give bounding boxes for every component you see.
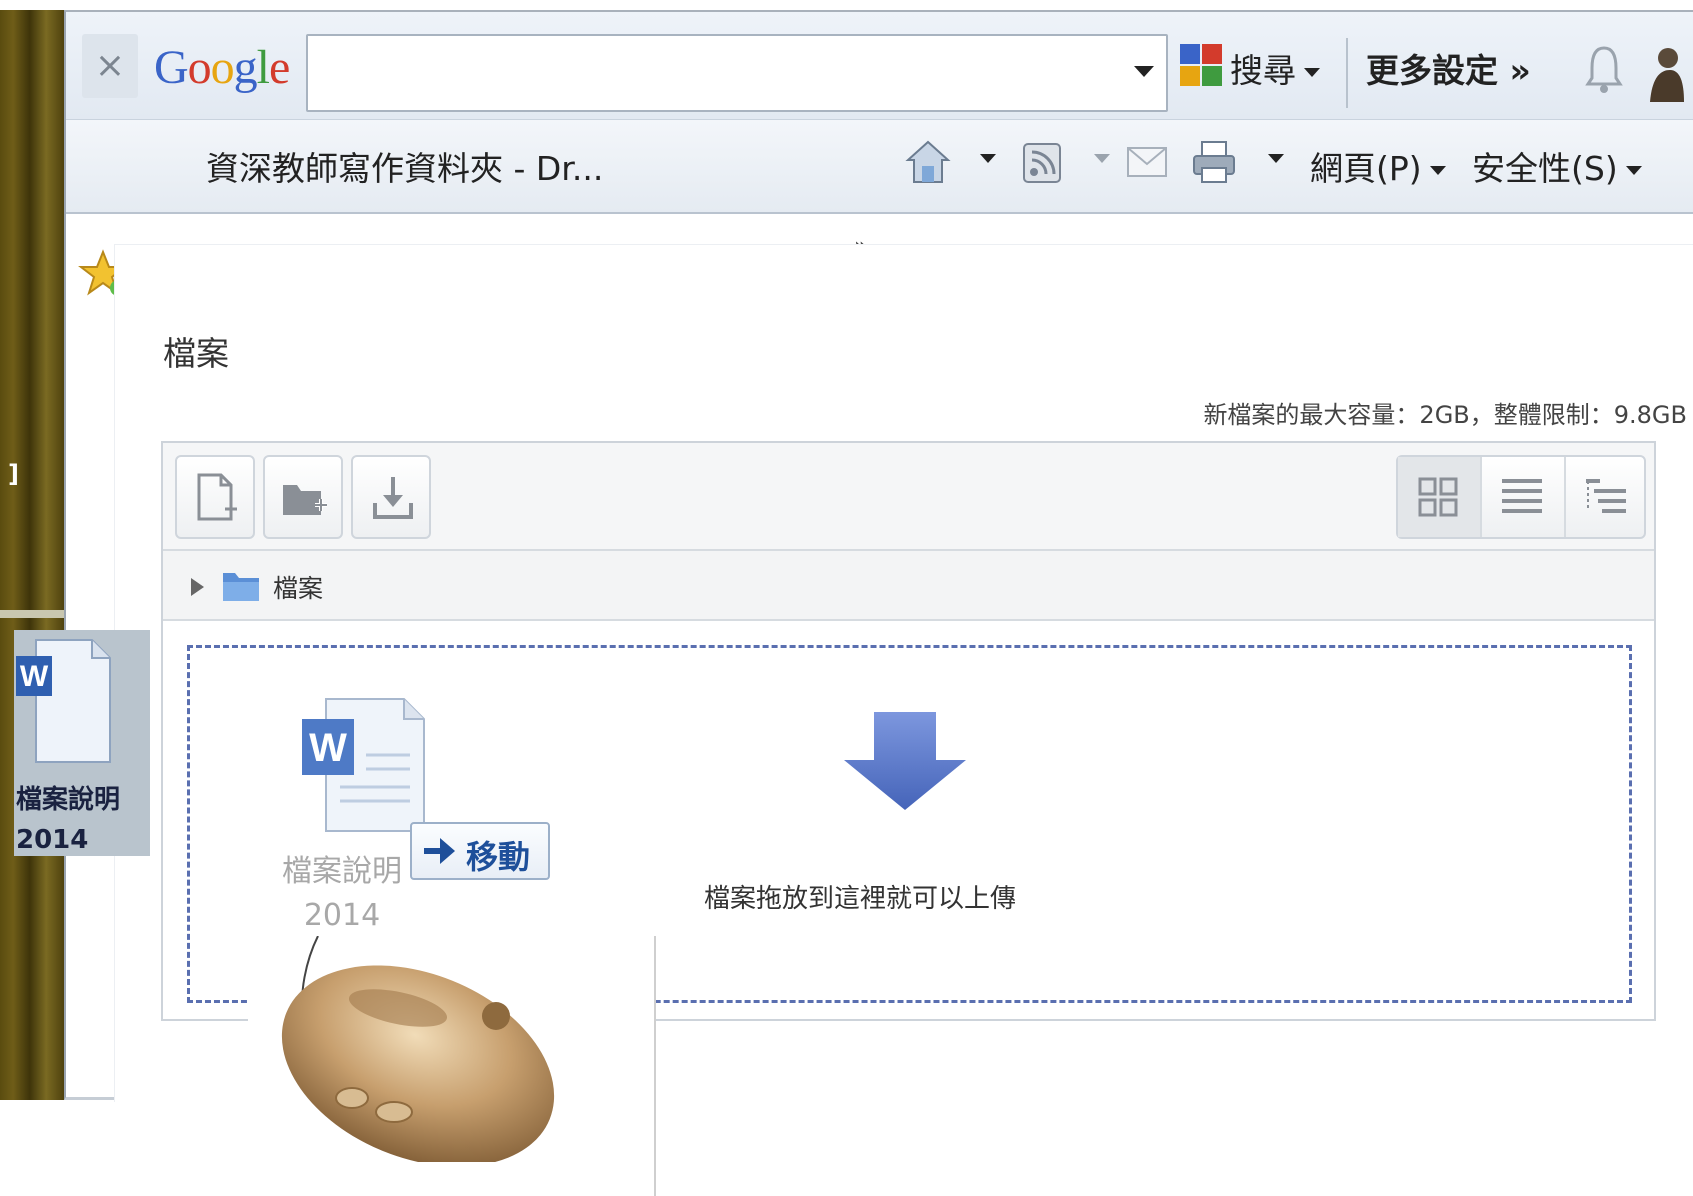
print-icon[interactable] bbox=[1190, 138, 1238, 186]
chevron-down-icon bbox=[1429, 166, 1446, 175]
close-toolbar-button[interactable]: × bbox=[82, 34, 138, 98]
computer-mouse-image bbox=[281, 935, 555, 1167]
google-search-input[interactable] bbox=[306, 34, 1168, 112]
search-dropdown-icon[interactable] bbox=[1134, 66, 1154, 77]
view-mode-group bbox=[1396, 455, 1646, 539]
down-arrow-icon bbox=[844, 712, 966, 810]
word-document-icon: W bbox=[16, 639, 111, 763]
svg-text:W: W bbox=[20, 660, 49, 693]
bell-icon[interactable] bbox=[1582, 42, 1626, 96]
download-button[interactable] bbox=[351, 455, 431, 539]
google-toolbar: × Google 搜尋 更多設定 » bbox=[66, 12, 1693, 120]
home-dropdown-icon[interactable] bbox=[980, 154, 996, 163]
download-icon bbox=[373, 477, 413, 519]
safety-menu[interactable]: 安全性(S) bbox=[1472, 142, 1642, 190]
grid-view-button[interactable] bbox=[1398, 457, 1480, 537]
list-view-icon bbox=[1502, 479, 1542, 513]
expand-triangle-icon[interactable] bbox=[191, 578, 204, 596]
create-folder-icon bbox=[283, 485, 327, 515]
command-bar: 資深教師寫作資料夾 - Dr... » bbox=[66, 120, 1693, 296]
page-menu[interactable]: 網頁(P) bbox=[1310, 142, 1446, 190]
file-manager-toolbar bbox=[163, 443, 1654, 551]
feed-dropdown-icon[interactable] bbox=[1094, 154, 1110, 163]
google-logo: Google bbox=[154, 41, 290, 94]
screenshot-stage: { "google_toolbar": { "close_label": "×"… bbox=[0, 0, 1693, 1196]
move-tooltip: 移動 bbox=[410, 822, 550, 880]
breadcrumb: 檔案 bbox=[163, 551, 1654, 621]
list-view-button[interactable] bbox=[1482, 457, 1564, 537]
move-arrow-icon bbox=[424, 838, 455, 864]
files-section-label: 檔案 bbox=[163, 334, 229, 373]
dragged-file-name: 檔案說明 2014 bbox=[282, 854, 402, 933]
breadcrumb-root[interactable]: 檔案 bbox=[273, 569, 323, 605]
mouse-photo bbox=[248, 935, 656, 1196]
home-icon[interactable] bbox=[904, 138, 952, 186]
more-settings-button[interactable]: 更多設定 » bbox=[1366, 44, 1531, 92]
add-file-icon bbox=[197, 473, 237, 521]
print-dropdown-icon[interactable] bbox=[1268, 154, 1284, 163]
desktop-background: ] bbox=[0, 10, 66, 1100]
move-label: 移動 bbox=[466, 838, 531, 876]
svg-text:W: W bbox=[309, 726, 347, 770]
add-file-button[interactable] bbox=[175, 455, 255, 539]
desktop-file[interactable]: W 檔案說明 2014 bbox=[14, 630, 150, 856]
chevron-down-icon bbox=[1625, 166, 1642, 175]
favorite-link[interactable]: 資深教師寫作資料夾 - Dr... bbox=[206, 142, 603, 190]
dragged-file-icon: W bbox=[302, 698, 425, 832]
tree-view-icon bbox=[1586, 479, 1626, 513]
desktop-file-name: 檔案說明 2014 bbox=[16, 785, 121, 855]
desktop-text-fragment: ] bbox=[8, 460, 19, 488]
toolbar-divider bbox=[1346, 38, 1348, 108]
upload-limits-text: 新檔案的最大容量：2GB，整體限制：9.8GB bbox=[1203, 401, 1687, 429]
mail-icon[interactable] bbox=[1126, 146, 1168, 178]
search-button[interactable]: 搜尋 bbox=[1230, 44, 1320, 92]
google-search-icon[interactable] bbox=[1178, 42, 1224, 88]
tree-view-button[interactable] bbox=[1566, 457, 1648, 537]
create-folder-button[interactable] bbox=[263, 455, 343, 539]
grid-view-icon bbox=[1418, 477, 1458, 517]
drop-zone-text: 檔案拖放到這裡就可以上傳 bbox=[704, 884, 1017, 914]
user-avatar-icon[interactable] bbox=[1644, 42, 1684, 102]
rss-feed-icon[interactable] bbox=[1022, 142, 1062, 184]
folder-icon[interactable] bbox=[221, 569, 261, 603]
chevron-down-icon bbox=[1304, 68, 1320, 77]
